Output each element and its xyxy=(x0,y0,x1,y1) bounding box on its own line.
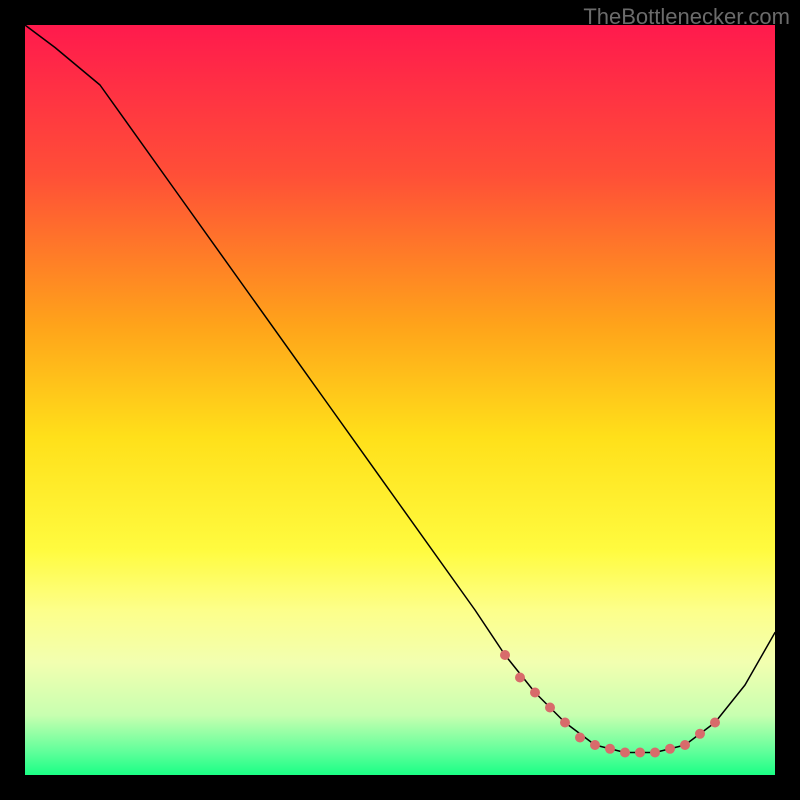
sampled-dot xyxy=(530,688,540,698)
sampled-dot xyxy=(545,703,555,713)
watermark-label: TheBottlenecker.com xyxy=(583,4,790,30)
sampled-dot xyxy=(680,740,690,750)
chart-frame: TheBottlenecker.com xyxy=(0,0,800,800)
sampled-dot xyxy=(635,748,645,758)
sampled-dot xyxy=(560,718,570,728)
sampled-dot xyxy=(650,748,660,758)
sampled-dot xyxy=(665,744,675,754)
sampled-dot xyxy=(605,744,615,754)
sampled-dot xyxy=(515,673,525,683)
chart-svg xyxy=(25,25,775,775)
sampled-dot xyxy=(710,718,720,728)
sampled-dot xyxy=(620,748,630,758)
sampled-dot xyxy=(575,733,585,743)
sampled-dot xyxy=(695,729,705,739)
plot-area xyxy=(25,25,775,775)
sampled-dot xyxy=(590,740,600,750)
sampled-dot xyxy=(500,650,510,660)
